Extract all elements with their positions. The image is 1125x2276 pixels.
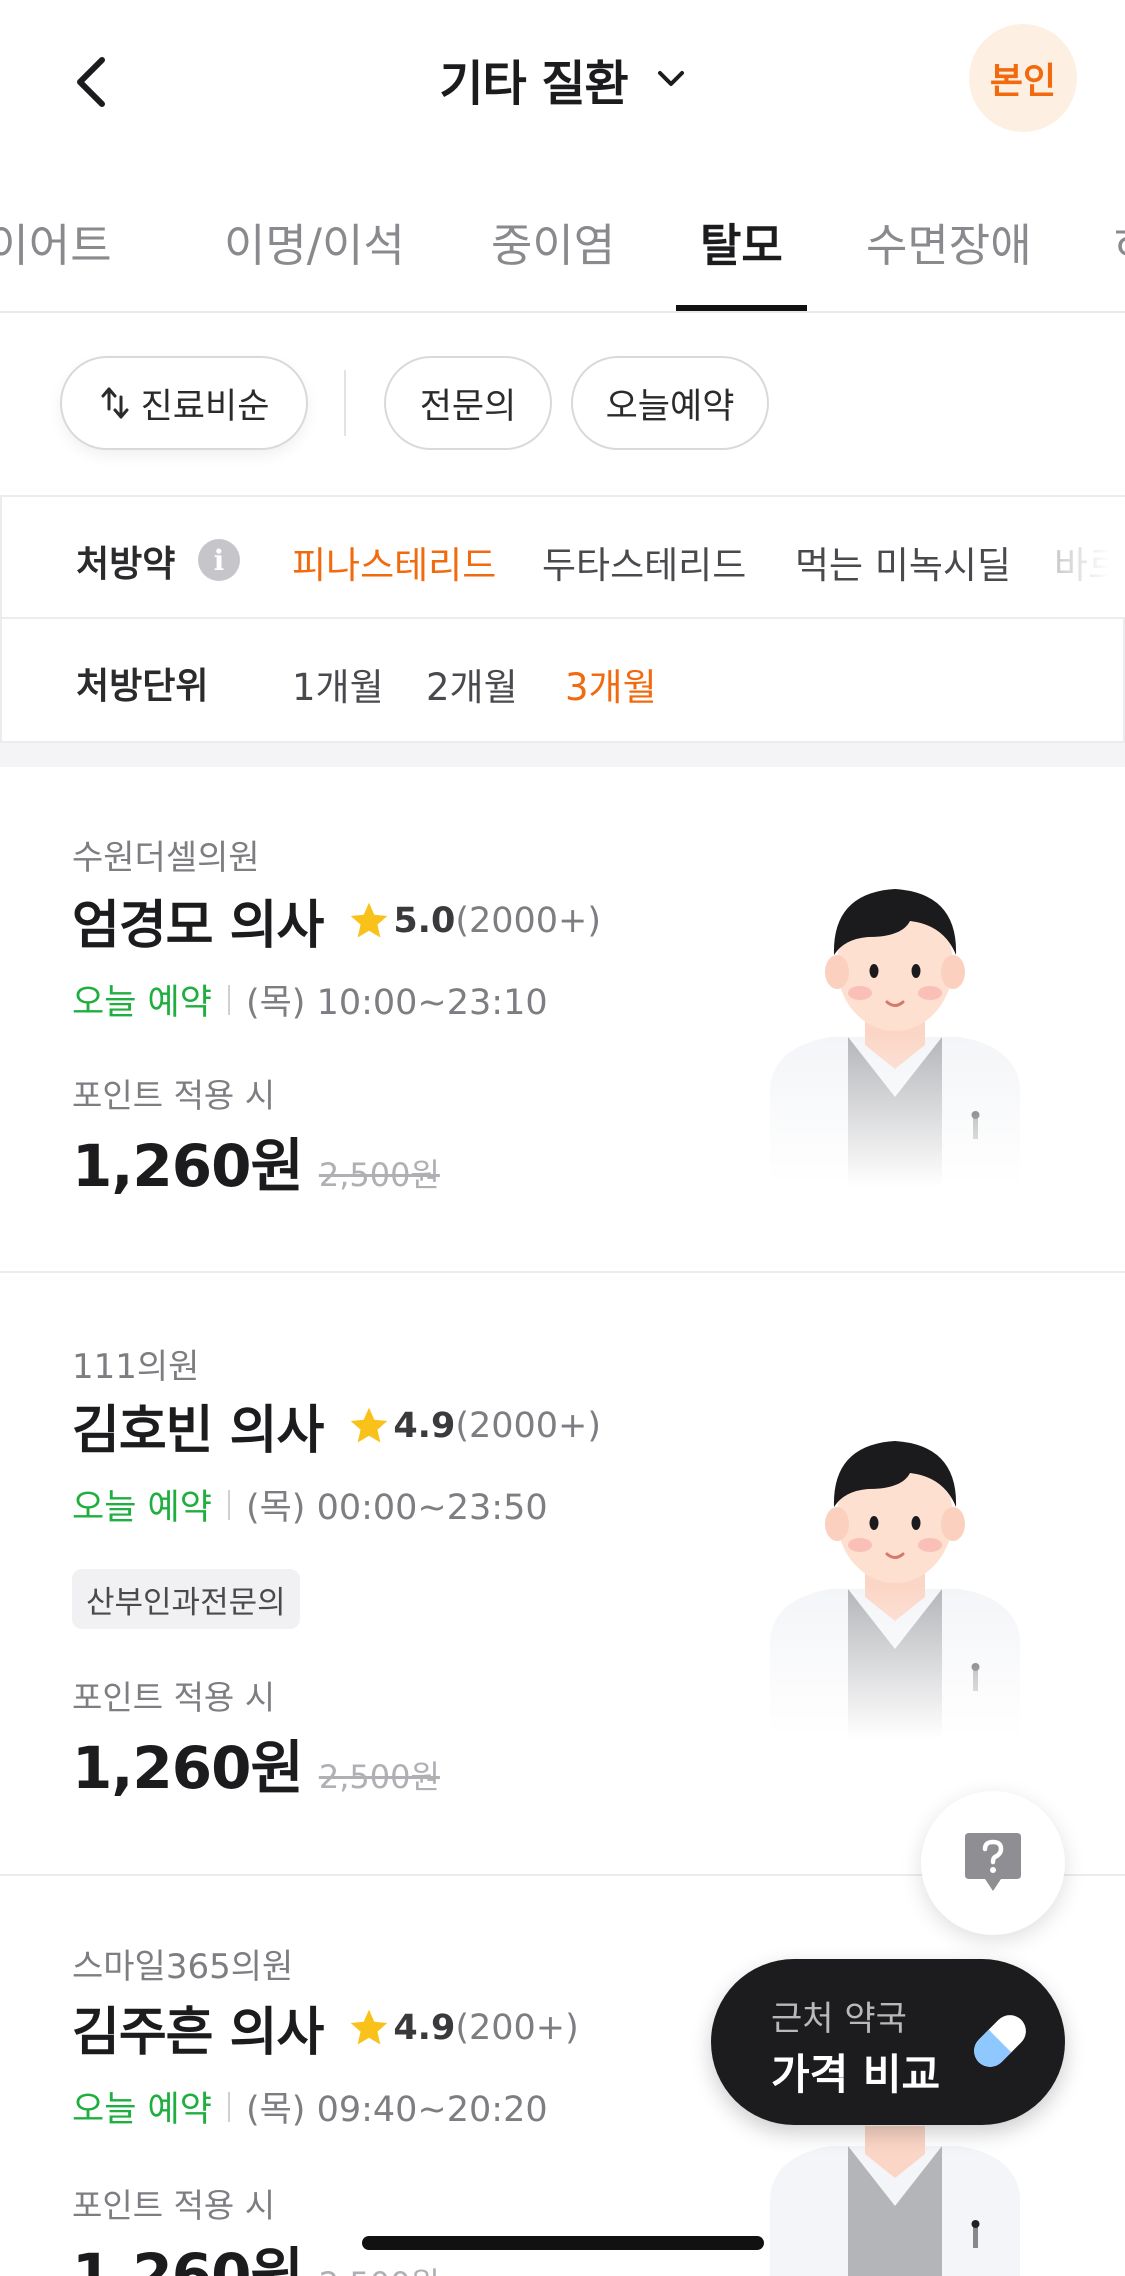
price-row: 1,260원 2,500원 (72, 1721, 440, 1805)
page-title: 기타 질환 (439, 56, 628, 112)
discounted-price: 1,260원 (72, 1132, 304, 1200)
original-price: 2,500원 (318, 1156, 440, 1194)
chevron-down-icon (657, 71, 684, 86)
clinic-name: 111의원 (72, 1347, 200, 1387)
availability-row: 오늘 예약 (목) 00:00~23:50 (72, 1479, 548, 1530)
tab-tinnitus[interactable]: 이명/이석 (224, 209, 405, 274)
original-price: 2,500원 (318, 1758, 440, 1796)
star-icon (350, 1407, 388, 1442)
unit-label: 처방단위 (76, 666, 209, 707)
rating-value: 4.9 (393, 1405, 456, 1446)
unit-row: 처방단위 1개월 2개월 3개월 (2, 619, 1125, 741)
today-reservation-chip[interactable]: 오늘예약 (571, 356, 769, 450)
original-price: 2,500원 (319, 2259, 440, 2276)
drug-option-oral-minoxidil[interactable]: 먹는 미녹시딜 (795, 535, 1011, 589)
office-hours: (목) 10:00~23:10 (245, 983, 548, 1023)
info-icon[interactable]: i (198, 539, 240, 581)
tab-hair-loss[interactable]: 탈모 (700, 209, 783, 274)
office-hours: (목) 09:40~20:20 (245, 2090, 548, 2130)
doctor-name-row: 엄경모 의사 5.0 (2000+) (72, 883, 601, 958)
drug-option-finasteride[interactable]: 피나스테리드 (292, 535, 496, 589)
separator (227, 2091, 230, 2122)
doctor-name: 김주흔 의사 (72, 2003, 324, 2063)
availability-status: 오늘 예약 (72, 983, 212, 1023)
unit-option-1-month[interactable]: 1개월 (292, 657, 384, 711)
rating-value: 5.0 (393, 900, 456, 941)
discounted-price: 1,260원 (72, 1734, 304, 1802)
unit-option-3-month[interactable]: 3개월 (565, 657, 657, 711)
point-label: 포인트 적용 시 (72, 1076, 276, 1115)
drug-label: 처방약 (76, 544, 176, 585)
help-button[interactable] (921, 1791, 1065, 1935)
availability-row: 오늘 예약 (목) 10:00~23:10 (72, 974, 548, 1025)
compare-title: 가격 비교 (771, 2050, 941, 2099)
active-tab-indicator (676, 305, 807, 311)
point-label: 포인트 적용 시 (72, 1678, 276, 1717)
tab-next[interactable]: 하 (1114, 209, 1125, 274)
specialist-filter-chip[interactable]: 전문의 (384, 356, 552, 450)
sort-label: 진료비순 (140, 386, 270, 427)
review-count: (2000+) (455, 900, 602, 941)
doctor-name: 엄경모 의사 (72, 896, 324, 956)
sort-arrows-icon (101, 387, 129, 419)
doctor-name: 김호빈 의사 (72, 1401, 324, 1461)
price-row: 1,260원 2,500원 (72, 1119, 440, 1203)
sort-button[interactable]: 진료비순 (60, 356, 308, 450)
filter-bar: 진료비순 전문의 오늘예약 (0, 350, 1125, 460)
separator (227, 1489, 230, 1520)
star-icon (350, 2009, 388, 2044)
top-bar: 기타 질환 본인 (0, 0, 1125, 160)
specialty-badge: 산부인과전문의 (72, 1569, 300, 1629)
prescription-options: 처방약 i 피나스테리드 두타스테리드 먹는 미녹시딜 바르 처방단위 1개월 … (0, 495, 1125, 743)
office-hours: (목) 00:00~23:50 (245, 1488, 548, 1528)
review-count: (200+) (455, 2007, 579, 2048)
star-icon (350, 902, 388, 937)
category-tabs: 다이어트 이명/이석 중이염 탈모 수면장애 하 (0, 185, 1125, 313)
doctor-avatar (760, 847, 1030, 1187)
availability-status: 오늘 예약 (72, 1488, 212, 1528)
separator (227, 984, 230, 1015)
question-bubble-icon (965, 1833, 1021, 1891)
tab-diet[interactable]: 다이어트 (0, 209, 112, 274)
category-selector[interactable]: 기타 질환 (0, 44, 1125, 114)
unit-option-2-month[interactable]: 2개월 (426, 657, 518, 711)
scroll-fade (1037, 497, 1125, 617)
section-divider (0, 743, 1125, 767)
filter-divider (344, 370, 346, 436)
drug-option-dutasteride[interactable]: 두타스테리드 (542, 535, 746, 589)
availability-row: 오늘 예약 (목) 09:40~20:20 (72, 2081, 548, 2132)
doctor-avatar (760, 1399, 1030, 1739)
pharmacy-price-compare-button[interactable]: 근처 약국 가격 비교 (711, 1959, 1065, 2125)
tab-sleep-disorder[interactable]: 수면장애 (866, 209, 1032, 274)
profile-button[interactable]: 본인 (969, 24, 1077, 132)
discounted-price: 1,260원 (72, 2241, 304, 2276)
doctor-card[interactable]: 111의원 김호빈 의사 4.9 (2000+) 오늘 예약 (목) 00:00… (0, 1273, 1125, 1876)
drug-row: 처방약 i 피나스테리드 두타스테리드 먹는 미녹시딜 바르 (2, 497, 1125, 619)
doctor-name-row: 김호빈 의사 4.9 (2000+) (72, 1388, 601, 1463)
pill-icon (974, 2015, 1026, 2067)
home-indicator (362, 2236, 764, 2250)
availability-status: 오늘 예약 (72, 2090, 212, 2130)
point-label: 포인트 적용 시 (72, 2186, 276, 2225)
rating-value: 4.9 (393, 2007, 456, 2048)
doctor-name-row: 김주흔 의사 4.9 (200+) (72, 1990, 579, 2065)
tab-otitis[interactable]: 중이염 (491, 209, 615, 274)
doctor-card[interactable]: 수원더셀의원 엄경모 의사 5.0 (2000+) 오늘 예약 (목) 10:0… (0, 767, 1125, 1273)
clinic-name: 수원더셀의원 (72, 838, 260, 878)
clinic-name: 스마일365의원 (72, 1947, 294, 1987)
review-count: (2000+) (455, 1405, 602, 1446)
compare-subtitle: 근처 약국 (771, 1999, 907, 2039)
